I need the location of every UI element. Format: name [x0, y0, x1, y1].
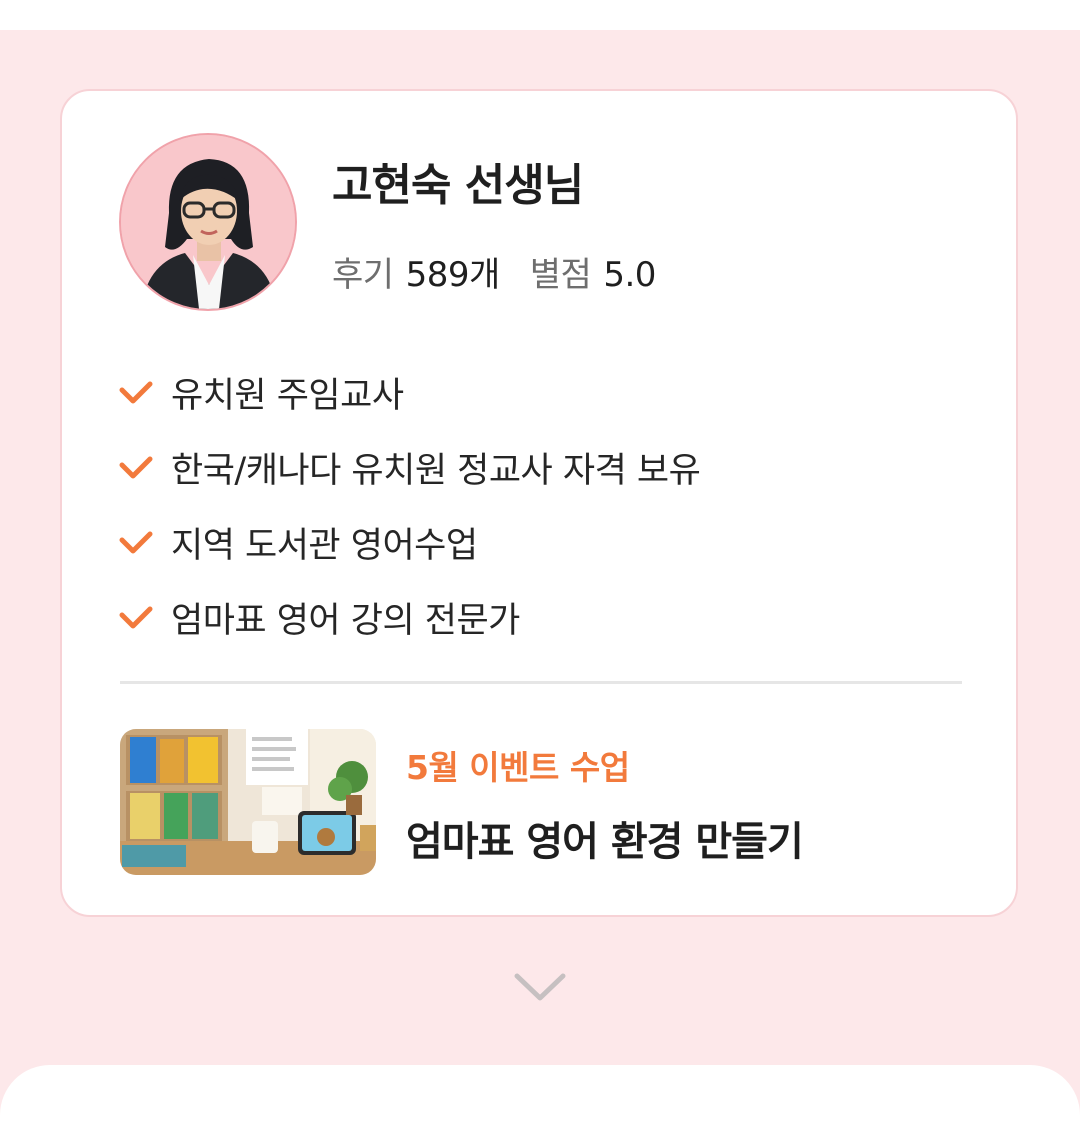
credential-text: 지역 도서관 영어수업	[171, 526, 478, 566]
teacher-profile-card[interactable]: 고현숙 선생님 후기 589개 별점 5.0 유치원 주임교사 한국/캐나다 유치원 …	[60, 89, 1018, 917]
rating-label: 별점	[529, 255, 592, 295]
rating-value: 5.0	[603, 255, 656, 295]
review-count: 589개	[405, 255, 501, 295]
check-icon	[119, 531, 153, 553]
event-class-link[interactable]: 5월 이벤트 수업 엄마표 영어 환경 만들기	[120, 729, 962, 875]
event-tag: 5월 이벤트 수업	[406, 748, 630, 787]
credential-item: 엄마표 영어 강의 전문가	[119, 580, 700, 655]
check-icon	[119, 456, 153, 478]
chevron-down-icon[interactable]	[513, 970, 567, 1004]
credential-text: 엄마표 영어 강의 전문가	[171, 601, 520, 641]
credential-list: 유치원 주임교사 한국/캐나다 유치원 정교사 자격 보유 지역 도서관 영어수…	[119, 355, 701, 655]
credential-item: 유치원 주임교사	[119, 355, 700, 430]
credential-item: 한국/캐나다 유치원 정교사 자격 보유	[119, 430, 701, 505]
next-section-card	[0, 1065, 1080, 1145]
event-thumbnail	[120, 729, 376, 875]
top-strip	[0, 0, 1080, 30]
check-icon	[119, 381, 153, 403]
teacher-avatar	[119, 133, 297, 311]
divider	[120, 681, 962, 684]
teacher-stats: 후기 589개 별점 5.0	[332, 247, 656, 296]
teacher-name: 고현숙 선생님	[332, 160, 584, 211]
event-thumbnail-image	[120, 729, 376, 875]
event-title: 엄마표 영어 환경 만들기	[406, 819, 804, 865]
teacher-portrait-image	[121, 135, 295, 309]
credential-text: 유치원 주임교사	[171, 376, 404, 416]
credential-item: 지역 도서관 영어수업	[119, 505, 700, 580]
review-label: 후기	[332, 255, 394, 295]
credential-text: 한국/캐나다 유치원 정교사 자격 보유	[171, 451, 701, 491]
check-icon	[119, 606, 153, 628]
